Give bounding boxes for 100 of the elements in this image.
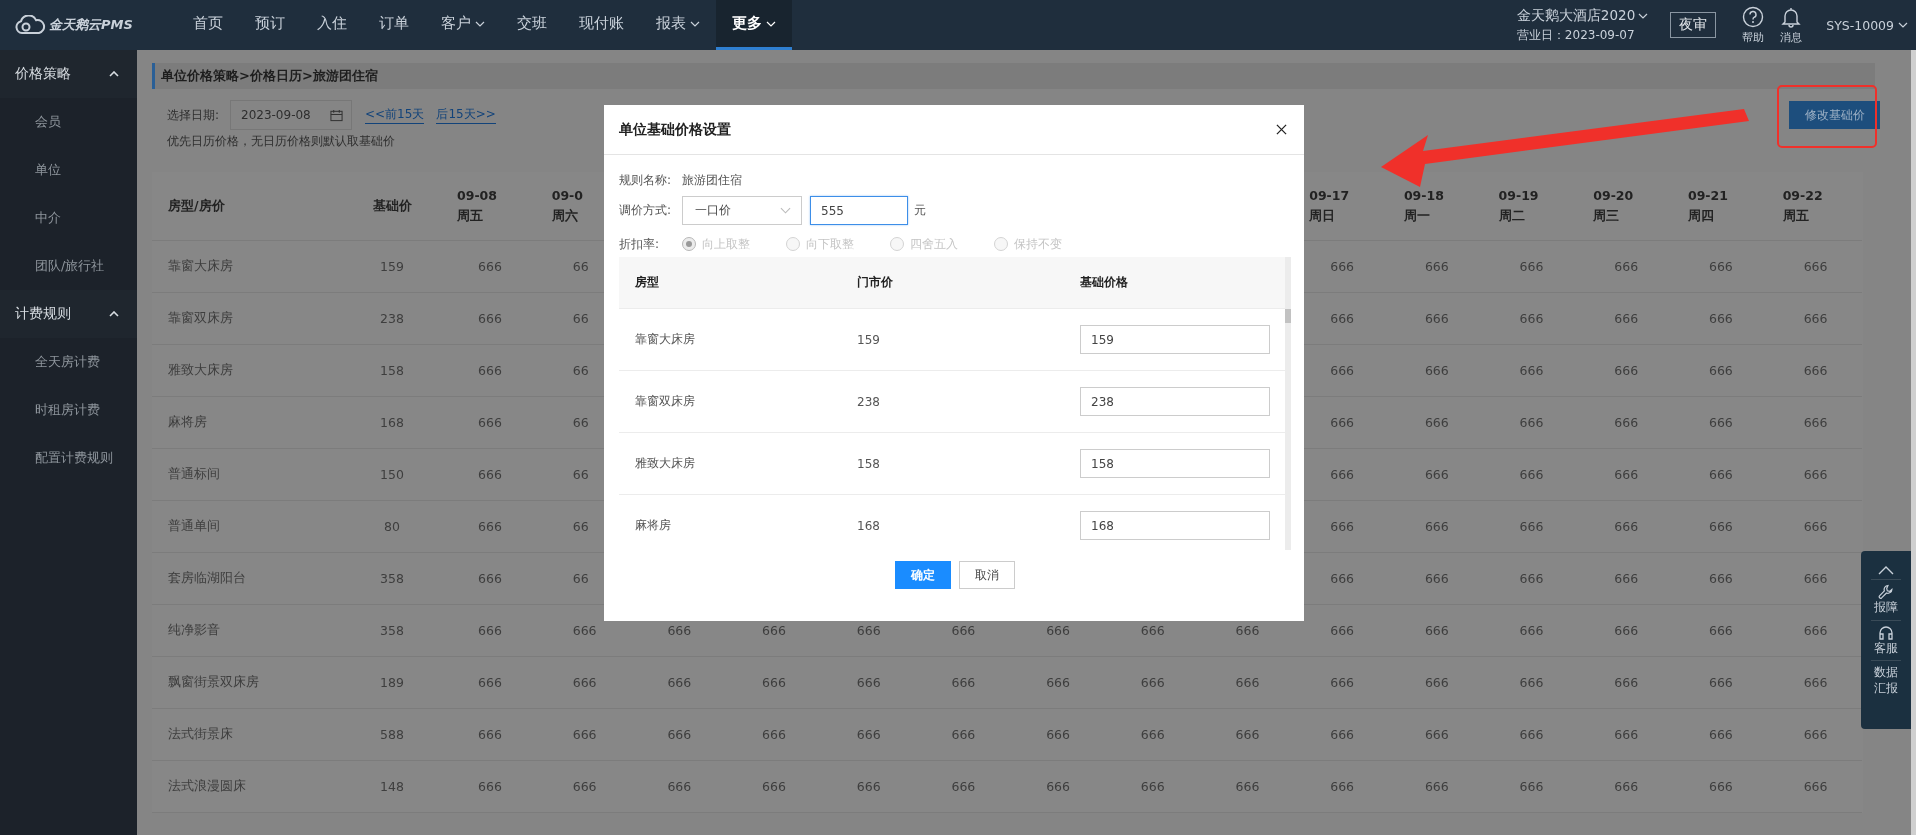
table-cell: 666 [1614, 675, 1639, 690]
column-header: 基础价 [342, 172, 442, 241]
bell-icon[interactable] [1780, 5, 1803, 28]
nav-tab[interactable]: 更多 [716, 0, 792, 50]
table-cell: 666 [856, 779, 881, 794]
nav-tab[interactable]: 入住 [301, 0, 363, 50]
sidebar-item[interactable]: 会员 [0, 98, 137, 146]
table-cell-text: 麻将房 [634, 517, 672, 534]
table-cell: 套房临湖阳台 [152, 553, 342, 605]
nav-tab[interactable]: 交班 [501, 0, 563, 50]
table-cell: 666 [1614, 779, 1639, 794]
column-header: 09-19 周二 [1498, 187, 1539, 225]
user-menu[interactable]: SYS-10009 [1826, 17, 1908, 33]
table-cell: 666 [1330, 311, 1355, 326]
table-cell: 666 [1708, 623, 1733, 638]
table-cell: 666 [1330, 415, 1355, 430]
caret-icon [1638, 12, 1649, 19]
table-cell-text: 雅致大床房 [634, 455, 696, 472]
sidebar-group[interactable]: 价格策略 [0, 50, 137, 98]
cancel-button[interactable]: 取消 [959, 561, 1015, 589]
rule-name: 旅游团住宿 [682, 171, 742, 189]
method-dropdown[interactable]: 一口价 [682, 196, 802, 225]
table-cell: 666 [1614, 571, 1639, 586]
sidebar-item[interactable]: 单位 [0, 146, 137, 194]
help-icon[interactable] [1742, 5, 1765, 28]
table-cell: 150 [342, 449, 442, 501]
nav-tab[interactable]: 客户 [425, 0, 501, 50]
table-cell: 666 [667, 779, 692, 794]
table-cell: 666 [1708, 571, 1733, 586]
price-field[interactable]: 158 [1080, 449, 1270, 478]
tool-label[interactable]: 数据汇报 [1874, 665, 1898, 697]
nav-tab[interactable]: 订单 [363, 0, 425, 50]
table-cell: 666 [478, 727, 502, 742]
price-field[interactable]: 238 [1080, 387, 1270, 416]
action-label[interactable]: 消息 [1780, 29, 1803, 45]
table-cell: 666 [951, 675, 976, 690]
tool-label[interactable]: 报障 [1874, 600, 1898, 616]
headset-icon[interactable] [1878, 624, 1894, 641]
date-field[interactable]: 2023-09-08 [230, 100, 352, 130]
table-cell: 666 [1614, 311, 1639, 326]
column-header: 09-17 周日 [1309, 187, 1350, 225]
sidebar-item[interactable]: 团队/旅行社 [0, 242, 137, 290]
table-cell: 666 [478, 571, 502, 586]
table-cell: 666 [1803, 727, 1828, 742]
price-field[interactable]: 159 [1080, 325, 1270, 354]
table-cell: 666 [1140, 675, 1165, 690]
sidebar-item[interactable]: 时租房计费 [0, 386, 137, 434]
chevron-up-icon[interactable] [1878, 565, 1894, 575]
table-cell: 666 [667, 675, 692, 690]
table-cell: 666 [1708, 519, 1733, 534]
table-cell: 666 [478, 519, 502, 534]
table-cell-text: 靠窗大床房 [634, 331, 696, 348]
table-cell: 159 [342, 241, 442, 293]
table-cell: 666 [1046, 779, 1070, 794]
sidebar-group[interactable]: 计费规则 [0, 290, 137, 338]
hotel-selector[interactable]: 金天鹅大酒店2020 [1516, 6, 1649, 25]
night-audit-button[interactable]: 夜审 [1670, 12, 1717, 38]
scrollbar[interactable] [1911, 50, 1916, 835]
table-cell: 666 [1424, 519, 1449, 534]
wrench-icon[interactable] [1878, 584, 1894, 600]
sidebar-item[interactable]: 配置计费规则 [0, 434, 137, 482]
sidebar-item[interactable]: 全天房计费 [0, 338, 137, 386]
scrollbar[interactable] [1285, 257, 1291, 550]
column-header: 09-08 周五 [457, 187, 497, 225]
table-cell: 666 [856, 623, 881, 638]
amount-field[interactable]: 555 [810, 196, 908, 225]
action-label[interactable]: 帮助 [1742, 29, 1765, 45]
table-cell: 666 [1803, 623, 1828, 638]
table-cell: 666 [1140, 779, 1165, 794]
table-cell: 358 [342, 605, 442, 657]
table-cell-text: 靠窗双床房 [634, 393, 696, 410]
sidebar-item[interactable]: 中介 [0, 194, 137, 242]
calendar-icon [330, 108, 343, 122]
table-cell: 66 [572, 415, 589, 430]
table-cell: 238 [342, 293, 442, 345]
caret-icon [780, 207, 791, 214]
table-cell: 666 [1519, 467, 1544, 482]
nav-tab[interactable]: 首页 [177, 0, 239, 50]
table-cell: 666 [1330, 675, 1355, 690]
table-cell: 666 [1046, 623, 1070, 638]
table-cell: 666 [667, 623, 692, 638]
nav-tab[interactable]: 预订 [239, 0, 301, 50]
nav-tab[interactable]: 现付账 [563, 0, 640, 50]
table-cell: 666 [1803, 363, 1828, 378]
table-cell: 666 [1614, 623, 1639, 638]
tool-label[interactable]: 客服 [1874, 640, 1898, 657]
date-label: 选择日期: [167, 106, 221, 124]
table-cell: 666 [1330, 363, 1355, 378]
close-icon[interactable] [1276, 124, 1287, 135]
table-cell: 666 [762, 779, 786, 794]
table-cell: 666 [1140, 623, 1165, 638]
breadcrumb: 单位价格策略>价格日历>旅游团住宿 [161, 67, 378, 85]
edit-base-price-button[interactable]: 修改基础价 [1789, 101, 1880, 129]
table-cell: 666 [1708, 779, 1733, 794]
price-field[interactable]: 168 [1080, 511, 1270, 540]
table-cell: 666 [1424, 467, 1449, 482]
nav-tab[interactable]: 报表 [640, 0, 716, 50]
table-cell: 666 [1235, 623, 1260, 638]
table-cell: 靠窗大床房 [152, 241, 342, 293]
table-cell: 普通单间 [152, 501, 342, 553]
